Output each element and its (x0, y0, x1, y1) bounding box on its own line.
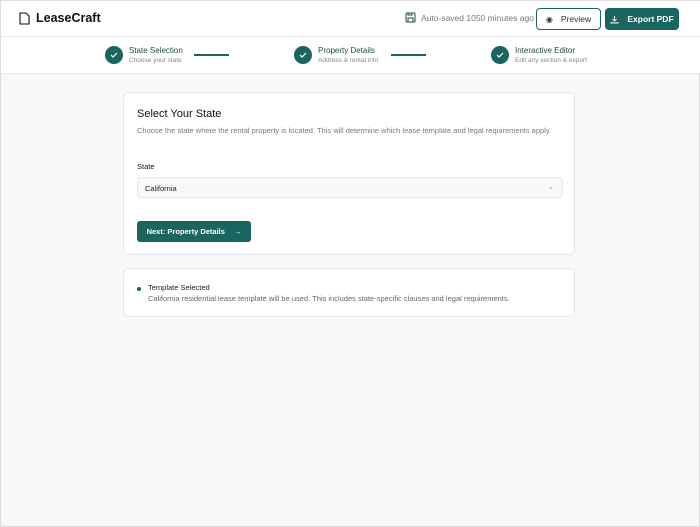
check-icon (491, 46, 509, 64)
progress-steps: State Selection Choose your state Propert… (1, 37, 700, 74)
check-icon (294, 46, 312, 64)
step-title: Property Details (318, 46, 375, 55)
check-icon (105, 46, 123, 64)
app-name: LeaseCraft (36, 11, 101, 25)
step-subtitle: Address & rental info (318, 57, 379, 64)
step-state-selection[interactable]: State Selection Choose your state (105, 46, 183, 64)
step-connector (194, 54, 229, 56)
card-title: Select Your State (137, 108, 222, 120)
step-title: State Selection (129, 46, 183, 55)
arrow-right-icon: → (233, 227, 242, 236)
next-property-details-button[interactable]: Next: Property Details → (137, 221, 251, 242)
step-subtitle: Edit any section & export (515, 57, 587, 64)
step-subtitle: Choose your state (129, 57, 182, 64)
step-connector (391, 54, 426, 56)
template-description: California residential lease template wi… (148, 294, 510, 303)
chevron-down-icon: ⌄ (548, 184, 554, 191)
app-header: LeaseCraft Auto-saved 1050 minutes ago ◉… (1, 1, 700, 37)
export-pdf-button[interactable]: Export PDF (605, 8, 679, 30)
download-icon (610, 15, 619, 23)
step-title: Interactive Editor (515, 46, 576, 55)
eye-icon: ◉ (545, 14, 553, 24)
status-dot-icon (137, 287, 141, 291)
card-description: Choose the state where the rental proper… (137, 126, 552, 135)
logo[interactable]: LeaseCraft (19, 11, 101, 25)
preview-label: Preview (560, 14, 592, 24)
autosave-text: Auto-saved 1050 minutes ago (421, 12, 534, 23)
preview-button[interactable]: ◉ Preview (536, 8, 601, 30)
export-label: Export PDF (627, 14, 674, 24)
document-icon (19, 11, 30, 25)
step-property-details[interactable]: Property Details Address & rental info (294, 46, 378, 64)
next-label: Next: Property Details (146, 227, 225, 236)
state-select[interactable]: California ⌄ (137, 177, 563, 198)
step-interactive-editor[interactable]: Interactive Editor Edit any section & exp… (491, 46, 587, 64)
state-label: State (137, 162, 155, 171)
template-selected-card: Template Selected California residential… (123, 268, 575, 317)
state-selection-card: Select Your State Choose the state where… (123, 92, 575, 255)
autosave-status: Auto-saved 1050 minutes ago (405, 12, 534, 23)
template-title: Template Selected (148, 283, 210, 292)
save-icon (405, 12, 416, 23)
selected-state: California (145, 184, 177, 193)
